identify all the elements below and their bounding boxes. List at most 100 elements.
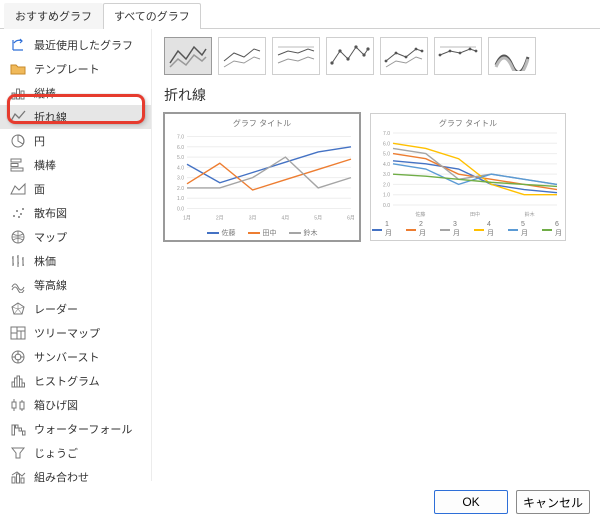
boxwhisker-chart-icon (10, 397, 26, 413)
svg-text:4月: 4月 (282, 216, 290, 222)
line-subtype-row (164, 37, 590, 75)
sidebar-item-label: 組み合わせ (34, 469, 89, 485)
sidebar-item-label: 円 (34, 133, 45, 149)
svg-text:2.0: 2.0 (177, 186, 184, 192)
svg-text:0.0: 0.0 (383, 203, 390, 209)
tab-all[interactable]: すべてのグラフ (103, 3, 201, 29)
preview-title: グラフ タイトル (375, 118, 561, 129)
svg-text:5.0: 5.0 (383, 152, 390, 158)
tab-recommended[interactable]: おすすめグラフ (4, 3, 103, 29)
section-title: 折れ線 (164, 85, 590, 105)
column-chart-icon (10, 85, 26, 101)
pie-chart-icon (10, 133, 26, 149)
svg-text:佐藤: 佐藤 (415, 211, 425, 218)
sidebar-item-label: 縦棒 (34, 85, 56, 101)
svg-text:7.0: 7.0 (177, 135, 184, 141)
svg-text:6.0: 6.0 (383, 141, 390, 147)
surface-chart-icon (10, 277, 26, 293)
sidebar-item-combo[interactable]: 組み合わせ (0, 465, 151, 489)
svg-text:1月: 1月 (183, 216, 191, 222)
sidebar-item-templates[interactable]: テンプレート (0, 57, 151, 81)
dialog-footer: OK キャンセル (434, 490, 590, 514)
chart-subtype-panel: 折れ線 グラフ タイトル 0.0 1.0 2.0 3.0 4.0 5.0 6.0 7.0 1月 2… (152, 29, 600, 481)
combo-chart-icon (10, 469, 26, 485)
svg-text:5.0: 5.0 (177, 155, 184, 161)
svg-text:3月: 3月 (249, 216, 257, 222)
sidebar-item-label: 面 (34, 181, 45, 197)
svg-text:2.0: 2.0 (383, 182, 390, 188)
sidebar-item-pie[interactable]: 円 (0, 129, 151, 153)
sidebar-item-label: じょうご (34, 445, 78, 461)
preview-title: グラフ タイトル (169, 118, 355, 129)
scatter-chart-icon (10, 205, 26, 221)
sidebar-item-radar[interactable]: レーダー (0, 297, 151, 321)
sidebar-item-label: ヒストグラム (34, 373, 100, 389)
svg-text:3.0: 3.0 (383, 172, 390, 178)
radar-chart-icon (10, 301, 26, 317)
svg-text:田中: 田中 (470, 211, 480, 218)
subtype-line-markers[interactable] (326, 37, 374, 75)
sidebar-item-surface[interactable]: 等高線 (0, 273, 151, 297)
funnel-chart-icon (10, 445, 26, 461)
sidebar-item-label: レーダー (34, 301, 78, 317)
histogram-chart-icon (10, 373, 26, 389)
bar-chart-icon (10, 157, 26, 173)
stock-chart-icon (10, 253, 26, 269)
subtype-stacked-line-markers[interactable] (380, 37, 428, 75)
chart-type-sidebar: 最近使用したグラフ テンプレート 縦棒 折れ線 円 横棒 面 散布図 (0, 29, 152, 481)
sidebar-item-scatter[interactable]: 散布図 (0, 201, 151, 225)
sunburst-chart-icon (10, 349, 26, 365)
dialog-tabs: おすすめグラフ すべてのグラフ (0, 0, 600, 29)
svg-text:3.0: 3.0 (177, 176, 184, 182)
chart-preview-1[interactable]: グラフ タイトル 0.01.02.03.04.05.06.07.01月2月3月4… (164, 113, 360, 241)
subtype-100stacked-line-markers[interactable] (434, 37, 482, 75)
sidebar-item-funnel[interactable]: じょうご (0, 441, 151, 465)
sidebar-item-line[interactable]: 折れ線 (0, 105, 151, 129)
sidebar-item-label: 箱ひげ図 (34, 397, 78, 413)
sidebar-item-label: 散布図 (34, 205, 67, 221)
map-chart-icon (10, 229, 26, 245)
subtype-line[interactable] (164, 37, 212, 75)
svg-text:0.0: 0.0 (177, 207, 184, 213)
cancel-button[interactable]: キャンセル (516, 490, 590, 514)
subtype-stacked-line[interactable] (218, 37, 266, 75)
ok-button[interactable]: OK (434, 490, 508, 514)
sidebar-item-label: サンバースト (34, 349, 99, 365)
subtype-100stacked-line[interactable] (272, 37, 320, 75)
sidebar-item-recent[interactable]: 最近使用したグラフ (0, 33, 151, 57)
svg-text:1.0: 1.0 (177, 196, 184, 202)
sidebar-item-sunburst[interactable]: サンバースト (0, 345, 151, 369)
waterfall-chart-icon (10, 421, 26, 437)
sidebar-item-area[interactable]: 面 (0, 177, 151, 201)
sidebar-item-histogram[interactable]: ヒストグラム (0, 369, 151, 393)
sidebar-item-label: ツリーマップ (34, 325, 100, 341)
sidebar-item-map[interactable]: マップ (0, 225, 151, 249)
sidebar-item-stock[interactable]: 株価 (0, 249, 151, 273)
recent-icon (10, 37, 26, 53)
sidebar-item-label: ウォーターフォール (34, 421, 132, 437)
subtype-3d-line[interactable] (488, 37, 536, 75)
sidebar-item-column[interactable]: 縦棒 (0, 81, 151, 105)
area-chart-icon (10, 181, 26, 197)
svg-text:2月: 2月 (216, 216, 224, 222)
sidebar-item-boxwhisker[interactable]: 箱ひげ図 (0, 393, 151, 417)
line-chart-icon (10, 109, 26, 125)
svg-text:4.0: 4.0 (177, 165, 184, 171)
svg-text:6月: 6月 (347, 216, 355, 222)
svg-text:鈴木: 鈴木 (525, 211, 535, 218)
treemap-chart-icon (10, 325, 26, 341)
svg-text:5月: 5月 (314, 216, 322, 222)
chart-preview-2[interactable]: グラフ タイトル 0.01.02.03.04.05.06.07.0佐藤田中鈴木 … (370, 113, 566, 241)
sidebar-item-bar[interactable]: 横棒 (0, 153, 151, 177)
svg-text:4.0: 4.0 (383, 162, 390, 168)
sidebar-item-label: 折れ線 (34, 109, 67, 125)
svg-text:7.0: 7.0 (383, 131, 390, 137)
sidebar-item-label: マップ (34, 229, 67, 245)
svg-text:1.0: 1.0 (383, 193, 390, 199)
sidebar-item-label: テンプレート (34, 61, 100, 77)
sidebar-item-label: 横棒 (34, 157, 56, 173)
sidebar-item-label: 最近使用したグラフ (34, 37, 133, 53)
folder-icon (10, 61, 26, 77)
sidebar-item-treemap[interactable]: ツリーマップ (0, 321, 151, 345)
sidebar-item-waterfall[interactable]: ウォーターフォール (0, 417, 151, 441)
